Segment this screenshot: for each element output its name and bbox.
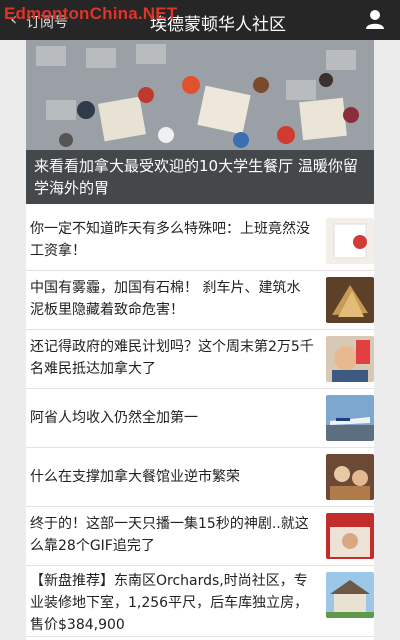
article-thumbnail (326, 454, 374, 500)
list-item[interactable]: 你一定不知道昨天有多么特殊吧：上班竟然没工资拿！ (26, 212, 374, 271)
article-title: 终于的！这部一天只播一集15秒的神剧..就这么靠28个GIF追完了 (30, 516, 309, 554)
user-icon[interactable] (364, 8, 386, 30)
article-thumbnail (326, 513, 374, 559)
list-item[interactable]: 还记得政府的难民计划吗？这个周末第2万5千名难民抵达加拿大了 (26, 330, 374, 389)
article-title: 阿省人均收入仍然全加第一 (30, 410, 198, 426)
article-title: 中国有雾霾，加国有石棉！ 刹车片、建筑水泥板里隐藏着致命危害！ (30, 280, 301, 318)
article-thumbnail (326, 572, 374, 618)
article-thumbnail (326, 277, 374, 323)
top-bar: ‹ 订阅号 埃德蒙顿华人社区 EdmontonChina.NET (0, 0, 400, 40)
article-thumbnail (326, 336, 374, 382)
list-item[interactable]: 阿省人均收入仍然全加第一 (26, 389, 374, 448)
article-title: 什么在支撑加拿大餐馆业逆市繁荣 (30, 469, 240, 485)
article-thumbnail (326, 395, 374, 441)
list-item[interactable]: 中国有雾霾，加国有石棉！ 刹车片、建筑水泥板里隐藏着致命危害！ (26, 271, 374, 330)
list-item[interactable]: 终于的！这部一天只播一集15秒的神剧..就这么靠28个GIF追完了 (26, 507, 374, 566)
article-title: 你一定不知道昨天有多么特殊吧：上班竟然没工资拿！ (30, 221, 310, 259)
watermark: EdmontonChina.NET (4, 4, 178, 23)
list-item[interactable]: 【新盘推荐】东南区Orchards,时尚社区，专业装修地下室，1,256平尺，后… (26, 566, 374, 637)
hero-article[interactable]: 来看看加拿大最受欢迎的10大学生餐厅 温暖你留学海外的胃 (26, 40, 374, 204)
article-list: 你一定不知道昨天有多么特殊吧：上班竟然没工资拿！ 中国有雾霾，加国有石棉！ 刹车… (26, 212, 374, 637)
hero-title: 来看看加拿大最受欢迎的10大学生餐厅 温暖你留学海外的胃 (34, 157, 358, 197)
article-title: 【新盘推荐】东南区Orchards,时尚社区，专业装修地下室，1,256平尺，后… (30, 573, 309, 633)
list-item[interactable]: 什么在支撑加拿大餐馆业逆市繁荣 (26, 448, 374, 507)
article-list-card: 来看看加拿大最受欢迎的10大学生餐厅 温暖你留学海外的胃 你一定不知道昨天有多么… (26, 40, 374, 640)
article-title: 还记得政府的难民计划吗？这个周末第2万5千名难民抵达加拿大了 (30, 339, 314, 377)
article-thumbnail (326, 218, 374, 264)
